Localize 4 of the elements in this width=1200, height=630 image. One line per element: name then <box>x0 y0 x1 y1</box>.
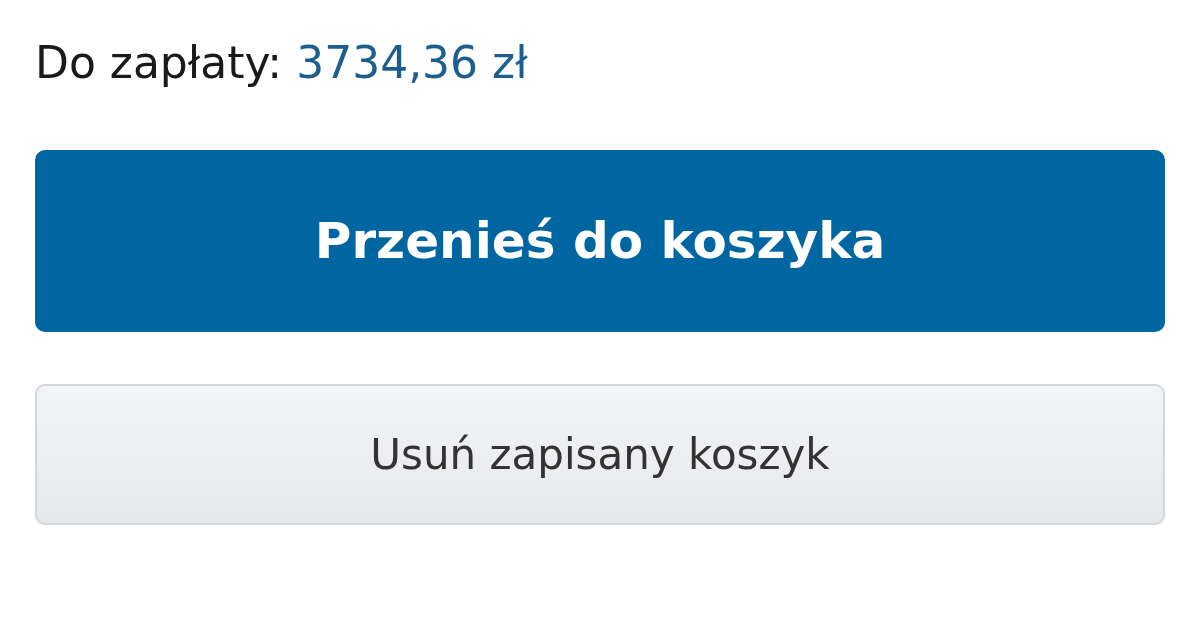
total-label: Do zapłaty: <box>35 36 283 88</box>
total-amount: 3734,36 zł <box>296 36 528 88</box>
move-to-cart-button[interactable]: Przenieś do koszyka <box>35 150 1165 332</box>
delete-cart-button[interactable]: Usuń zapisany koszyk <box>35 384 1165 525</box>
